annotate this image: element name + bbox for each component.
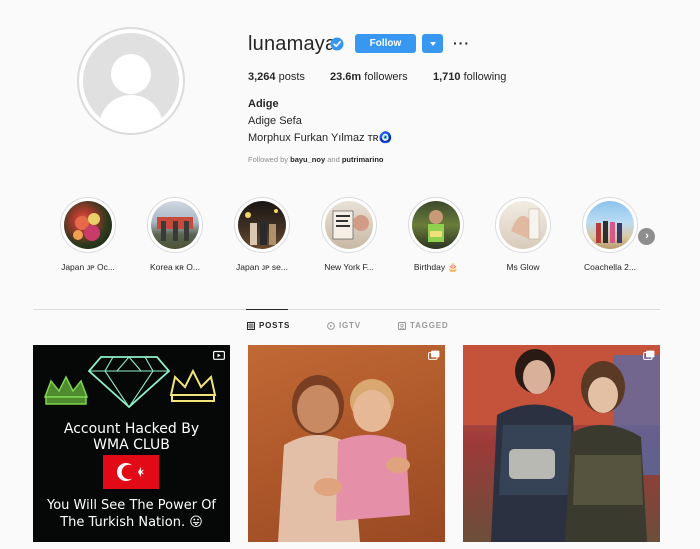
highlight-2[interactable] (147, 197, 203, 253)
highlight-7-thumb (596, 221, 622, 243)
bio-name: Adige (248, 98, 279, 110)
igtv-icon (213, 350, 225, 360)
following-count[interactable]: 1,710 following (433, 71, 506, 83)
grid-icon (247, 321, 255, 330)
following-count-label: following (463, 71, 507, 83)
highlight-6[interactable] (495, 197, 551, 253)
post-1-text-line-1: Account Hacked By (63, 421, 200, 437)
posts-count-value: 3,264 (248, 71, 276, 83)
tab-posts-label: POSTS (259, 321, 291, 330)
highlight-5-thumb (428, 210, 444, 242)
igtv-icon (327, 321, 335, 330)
avatar-placeholder-body (99, 95, 163, 129)
tab-igtv[interactable]: IGTV (327, 321, 361, 330)
bio-line-2: Morphux Furkan Yılmaz ᴛʀ🧿 (248, 132, 393, 144)
followers-count[interactable]: 23.6m followers (330, 71, 408, 83)
highlight-6-label: Ms Glow (506, 262, 540, 272)
tab-tagged[interactable]: TAGGED (398, 321, 448, 330)
verified-badge-icon (330, 37, 344, 51)
more-options-button[interactable]: ··· (453, 35, 470, 51)
chevron-down-icon (429, 41, 436, 46)
highlight-5[interactable] (408, 197, 464, 253)
post-2-photo (248, 345, 445, 542)
followers-count-value: 23.6m (330, 71, 362, 83)
highlight-7[interactable] (582, 197, 638, 253)
posts-count-label: posts (278, 71, 305, 83)
followed-by-and: and (327, 155, 340, 164)
follow-button[interactable]: Follow (355, 34, 416, 53)
post-3[interactable] (463, 345, 660, 542)
tab-active-indicator (246, 309, 288, 310)
highlight-1[interactable] (60, 197, 116, 253)
highlight-5-label: Birthday 🎂 (413, 262, 459, 272)
tagged-icon (398, 321, 406, 330)
highlights-next-button[interactable]: › (638, 228, 655, 245)
tab-igtv-label: IGTV (339, 321, 361, 330)
following-count-value: 1,710 (433, 71, 461, 83)
posts-count: 3,264 posts (248, 71, 305, 83)
followed-by-user-1[interactable]: bayu_noy (290, 155, 325, 164)
post-1[interactable]: Account Hacked By WMA CLUB You Will See … (33, 345, 230, 542)
highlight-2-thumb (157, 217, 193, 241)
avatar[interactable] (83, 33, 179, 129)
tab-posts[interactable]: POSTS (247, 321, 290, 330)
followed-by-text: Followed by bayu_noy and putrimarino (248, 155, 384, 164)
profile-username: lunamaya (248, 33, 337, 55)
highlight-1-thumb (73, 213, 100, 241)
highlight-1-label: Japan ᴊᴘ Oc... (61, 262, 115, 272)
avatar-placeholder-head (111, 54, 151, 94)
highlight-6-thumb (511, 208, 540, 240)
post-1-text-line-4: The Turkish Nation. 😛 (60, 515, 203, 530)
post-2[interactable] (248, 345, 445, 542)
carousel-icon (643, 350, 655, 360)
followers-count-label: followers (364, 71, 408, 83)
highlight-4-thumb (332, 210, 369, 240)
tabs-divider (33, 309, 660, 310)
bio-line-1: Adige Sefa (248, 115, 302, 127)
highlight-4-label: New York F... (324, 262, 374, 272)
post-1-text-line-3: You Will See The Power Of (46, 498, 216, 513)
suggested-dropdown-button[interactable] (422, 34, 443, 53)
chevron-right-icon: › (645, 230, 649, 242)
tab-tagged-label: TAGGED (410, 321, 449, 330)
highlight-3-label: Japan ᴊᴘ se... (236, 262, 288, 272)
post-3-photo (463, 345, 660, 542)
post-1-text-line-2: WMA CLUB (93, 437, 170, 453)
highlight-4[interactable] (321, 197, 377, 253)
highlight-2-label: Korea ᴋʀ O... (150, 262, 200, 272)
followed-by-prefix: Followed by (248, 155, 289, 164)
highlight-7-label: Coachella 2... (584, 262, 636, 272)
followed-by-user-2[interactable]: putrimarino (342, 155, 384, 164)
highlight-3[interactable] (234, 197, 290, 253)
highlight-3-thumb (245, 209, 278, 245)
carousel-icon (428, 350, 440, 360)
